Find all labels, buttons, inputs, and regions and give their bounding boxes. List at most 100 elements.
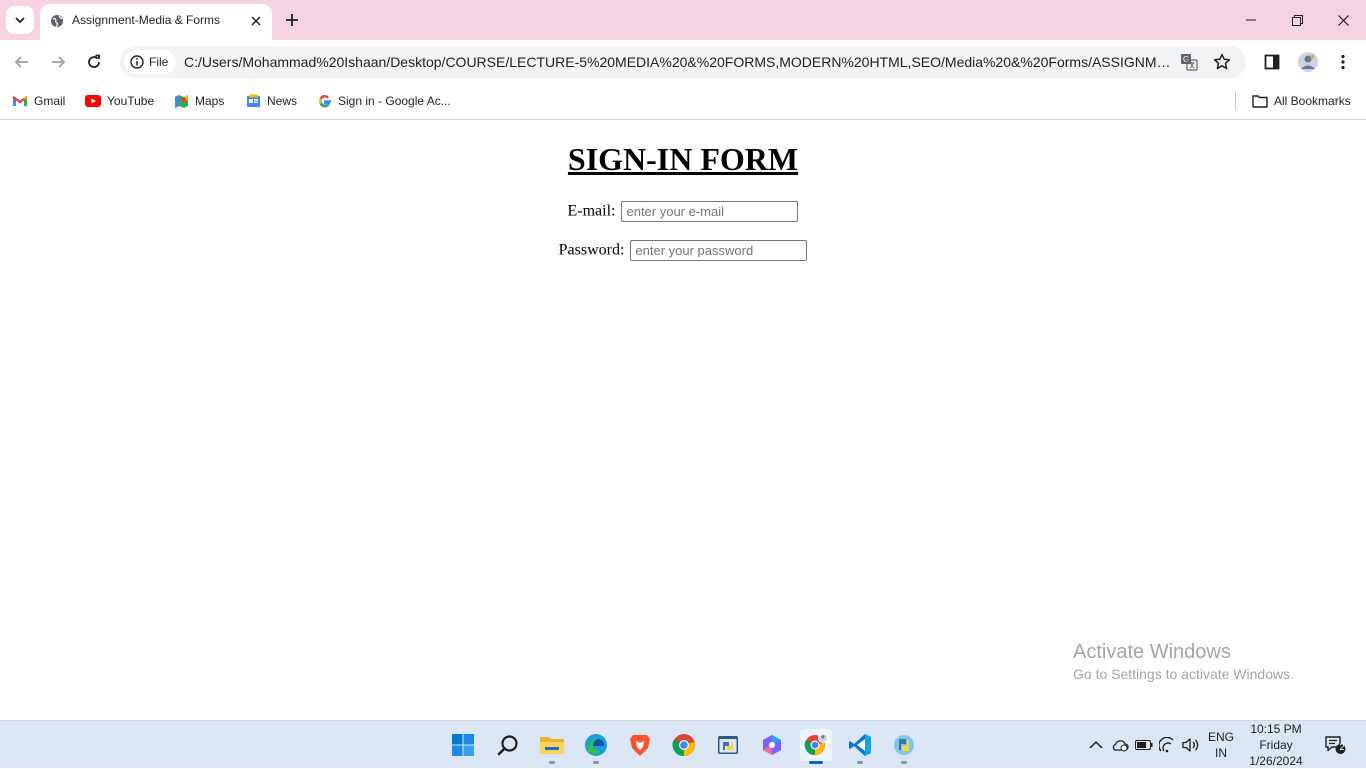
file-explorer-icon [540,737,564,754]
google-icon [318,95,331,108]
vscode-icon [849,734,871,756]
watermark-subtitle: Go to Settings to activate Windows. [1073,666,1294,682]
browser-toolbar: File C:/Users/Mohammad%20Ishaan/Desktop/… [0,40,1366,84]
vscode-button[interactable] [844,729,876,764]
address-bar[interactable]: File C:/Users/Mohammad%20Ishaan/Desktop/… [120,46,1246,78]
edge-icon [585,734,607,756]
running-indicator [549,761,555,764]
clock-time: 10:15 PM [1250,722,1302,736]
menu-button[interactable] [1331,50,1355,74]
bookmark-star-button[interactable] [1212,52,1232,72]
start-icon [452,734,474,756]
copilot-button[interactable] [756,729,788,761]
restore-button[interactable] [1274,0,1320,40]
notifications-button[interactable]: 2 [1322,735,1348,755]
volume-tray-button[interactable] [1181,735,1201,755]
chrome-button[interactable] [668,729,700,761]
all-bookmarks-label: All Bookmarks [1274,94,1351,108]
brave-icon [630,735,650,756]
active-indicator [809,761,823,764]
python-idle-icon [894,735,914,755]
url-text[interactable]: C:/Users/Mohammad%20Ishaan/Desktop/COURS… [184,54,1174,70]
close-icon [251,16,261,26]
clock-day: Friday [1259,738,1293,752]
show-hidden-icons-button[interactable] [1086,735,1106,755]
tab-assignment[interactable]: Assignment-Media & Forms [40,4,272,40]
bookmark-news[interactable]: News [246,92,297,110]
minimize-icon [1246,19,1256,21]
bookmark-maps[interactable]: Maps [174,92,224,110]
copilot-icon [763,735,781,755]
news-icon [247,94,260,107]
tab-close-button[interactable] [248,13,264,29]
email-label: E-mail: [567,202,616,220]
bookmark-label: Gmail [34,94,66,108]
running-indicator [901,761,907,764]
side-panel-icon [1264,54,1280,70]
clock[interactable]: 10:15 PM Friday 1/26/2024 [1244,721,1308,769]
profile-button[interactable] [1296,50,1320,74]
more-vertical-icon [1341,54,1345,70]
reload-button[interactable] [81,49,107,75]
page-title: SIGN-IN FORM [567,141,799,177]
star-icon [1213,53,1231,70]
bookmark-gmail[interactable]: Gmail [12,92,65,110]
python-idle-button[interactable] [888,729,920,764]
page-content: SIGN-IN FORM E-mail: Password: Activate … [0,121,1366,719]
maps-icon [175,94,188,108]
onedrive-tray-button[interactable] [1110,735,1130,755]
file-explorer-button[interactable] [536,729,568,764]
side-panel-button[interactable] [1260,50,1284,74]
tab-search-button[interactable] [6,6,34,34]
email-row: E-mail: [0,201,1366,222]
chrome-profile-button[interactable] [800,729,832,764]
password-field[interactable] [630,240,808,261]
minimize-button[interactable] [1228,0,1274,40]
avatar [1298,52,1318,72]
bookmark-google-signin[interactable]: Sign in - Google Ac... [318,92,451,110]
activate-windows-watermark: Activate Windows Go to Settings to activ… [1073,641,1294,682]
close-window-button[interactable] [1320,0,1366,40]
tab-strip: Assignment-Media & Forms [0,0,1366,40]
scheme-label: File [149,55,169,69]
bookmark-label: Sign in - Google Ac... [338,94,451,108]
new-tab-button[interactable] [282,10,302,30]
plus-icon [286,14,298,26]
restore-icon [1291,14,1303,26]
close-icon [1337,14,1349,26]
notification-count: 2 [1339,742,1345,752]
info-icon [130,55,144,69]
globe-icon [51,15,63,27]
region-code: IN [1215,746,1227,760]
bookmarks-divider [1235,92,1236,110]
all-bookmarks-button[interactable]: All Bookmarks [1252,92,1351,110]
forward-button[interactable] [45,49,71,75]
gmail-icon [12,96,28,106]
running-indicator [857,761,863,764]
chevron-up-icon [1089,740,1103,749]
translate-icon: G [1181,54,1198,71]
battery-tray-button[interactable] [1134,735,1154,755]
edge-button[interactable] [580,729,612,764]
network-tray-button[interactable] [1158,735,1178,755]
language-indicator[interactable]: ENG IN [1206,729,1236,761]
search-icon [497,735,518,756]
brave-button[interactable] [624,729,656,761]
python-icon [718,736,738,754]
back-button[interactable] [9,49,35,75]
speaker-icon [1182,738,1199,752]
chevron-down-icon [15,17,25,24]
bookmark-label: YouTube [107,94,155,108]
site-info-chip[interactable]: File [124,50,177,74]
bookmarks-bar: Gmail YouTube Maps News Sign in - Google… [0,84,1366,120]
clock-date: 1/26/2024 [1249,754,1303,768]
search-button[interactable] [492,729,524,761]
email-field[interactable] [621,201,799,222]
translate-button[interactable]: G [1179,52,1199,72]
start-button[interactable] [447,729,479,761]
battery-icon [1135,740,1153,750]
bookmark-youtube[interactable]: YouTube [85,92,154,110]
youtube-icon [85,95,101,107]
bookmark-label: News [267,94,298,108]
python-button[interactable] [712,729,744,761]
